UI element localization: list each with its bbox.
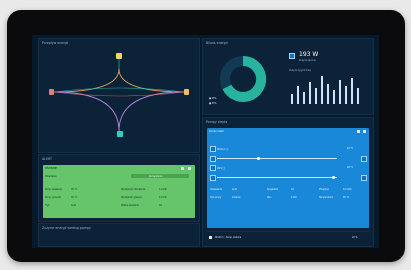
flow-line-orange-2: [118, 68, 185, 93]
weekly-bars: [289, 74, 367, 104]
right-node: [184, 89, 189, 95]
pump-card-title: Pompa ciepła: [209, 130, 224, 133]
bar-1: [291, 94, 293, 104]
zone2-left-icon[interactable]: [210, 175, 216, 181]
summary-icon: [289, 53, 295, 59]
row2-value: 30 °C: [71, 196, 78, 199]
card-toggle[interactable]: [181, 167, 184, 170]
summary-subtext: Zużycie łącznie: [299, 59, 316, 62]
bottom-row-checkbox[interactable]: [209, 236, 212, 239]
row-label-2: Sprężarka: [267, 188, 278, 191]
row-label-6: Temperatura: [319, 196, 333, 199]
energy-flow-diagram: [49, 53, 189, 137]
donut-legend-1: ■ 45%: [209, 97, 217, 100]
alert-title: ALERT: [42, 157, 52, 161]
card-title: HEATPUMP: [45, 167, 57, 170]
row-value-4: Grzanie: [232, 196, 241, 199]
row3b-value: On: [159, 204, 163, 207]
pump-card-close[interactable]: [363, 130, 366, 133]
left-node: [49, 89, 54, 95]
bar-6: [321, 76, 323, 104]
bar-3: [303, 92, 305, 104]
bottom-row-header: Strefa 1 – temp. zadana: [215, 236, 242, 239]
zone1-icon: [210, 146, 216, 152]
energy-donut-chart: [220, 55, 267, 102]
row2b-value: 2.0 kW: [159, 196, 167, 199]
zone1-slider-knob[interactable]: [257, 156, 260, 160]
pump-card: Pompa ciepła Strefa 1 ⓘ 22 °C CWU ⓘ 48 °…: [207, 128, 369, 228]
pump-usage-panel: Zużycie energii według pompy: [38, 223, 200, 247]
manage-button-label: Zarządzanie: [149, 175, 163, 178]
row1-value: 35 °C: [71, 188, 78, 191]
row2b-label: Wydajność grzania: [121, 196, 142, 199]
zone2-value: 48 °C: [347, 166, 354, 169]
flow-line-orange: [53, 68, 120, 93]
heat-pump-panel: Pompy ciepła Pompa ciepła Strefa 1 ⓘ 22 …: [202, 117, 374, 247]
summary-big-value: 193 W: [299, 51, 319, 58]
summary-title: Bilans energii: [206, 41, 228, 45]
energy-summary-panel: Bilans energii ■ 45% ■ 55% 193 W Zużycie…: [202, 38, 374, 115]
bars-title: Zużycie tygodniowe: [289, 69, 311, 72]
bar-11: [351, 78, 353, 104]
zone2-right-icon[interactable]: [361, 175, 367, 181]
row3-value: Auto: [71, 204, 77, 207]
row3-label: Tryb: [45, 204, 50, 207]
pump-card-check[interactable]: [357, 130, 360, 133]
row1b-label: Wydajność chłodzenia: [121, 188, 146, 191]
zone2-slider-knob[interactable]: [332, 175, 335, 179]
zone1-right-icon[interactable]: [361, 156, 367, 162]
row-label-3: Przepływ: [319, 188, 329, 191]
bar-4: [309, 82, 311, 104]
row1b-value: 1.0 kW: [159, 188, 167, 191]
pump-usage-title: Zużycie energii według pompy: [42, 226, 91, 230]
bottom-node: [117, 131, 123, 137]
manage-button[interactable]: Zarządzanie: [131, 174, 189, 178]
zone1-value: 22 °C: [347, 147, 354, 150]
flow-line-purple-2: [118, 91, 185, 132]
bar-8: [333, 90, 335, 104]
zone2-slider-track[interactable]: [217, 177, 337, 178]
flow-line-purple: [53, 91, 120, 132]
row3b-label: Status sprężarki: [121, 204, 139, 207]
donut-legend-2: ■ 55%: [209, 102, 217, 105]
row2-label: Temp. powrotu: [45, 196, 62, 199]
card-left-label: Połączenie: [45, 175, 57, 178]
row-label-4: Tryb pracy: [210, 196, 222, 199]
row-value-6: 35 °C: [343, 196, 350, 199]
bar-9: [339, 80, 341, 104]
alert-panel: ALERT HEATPUMP Połączenie Zarządzanie Te…: [38, 154, 200, 222]
bottom-row-value: 20 %: [352, 236, 358, 239]
zone1-slider-track[interactable]: [217, 158, 337, 159]
bar-10: [345, 86, 347, 104]
row-value-3: 12 l/min: [343, 188, 352, 191]
sun-node: [116, 53, 122, 59]
zone2-icon: [210, 165, 216, 171]
row-label-1: Ustawienia: [210, 188, 223, 191]
bar-7: [327, 84, 329, 104]
bar-5: [315, 88, 317, 104]
bottom-status-row: Strefa 1 – temp. zadana 20 %: [207, 231, 369, 244]
bar-2: [297, 86, 299, 104]
heatpump-alert-card: HEATPUMP Połączenie Zarządzanie Temp. za…: [43, 165, 195, 218]
heat-pump-title: Pompy ciepła: [206, 120, 228, 124]
dashboard-screen: Przepływ energii ALERT HEATPUMP Połączen…: [32, 35, 379, 248]
row-value-1: Auto: [232, 188, 238, 191]
zone2-label: CWU ⓘ: [217, 167, 226, 170]
card-close[interactable]: [188, 167, 191, 170]
bar-12: [357, 88, 359, 104]
row1-label: Temp. zasilania: [45, 188, 62, 191]
row-value-2: On: [291, 188, 295, 191]
row-value-5: 2 kW: [291, 196, 297, 199]
zone1-left-icon[interactable]: [210, 156, 216, 162]
zone1-label: Strefa 1 ⓘ: [217, 148, 229, 151]
energy-flow-panel: Przepływ energii: [38, 38, 200, 153]
row-label-5: Moc: [267, 196, 272, 199]
